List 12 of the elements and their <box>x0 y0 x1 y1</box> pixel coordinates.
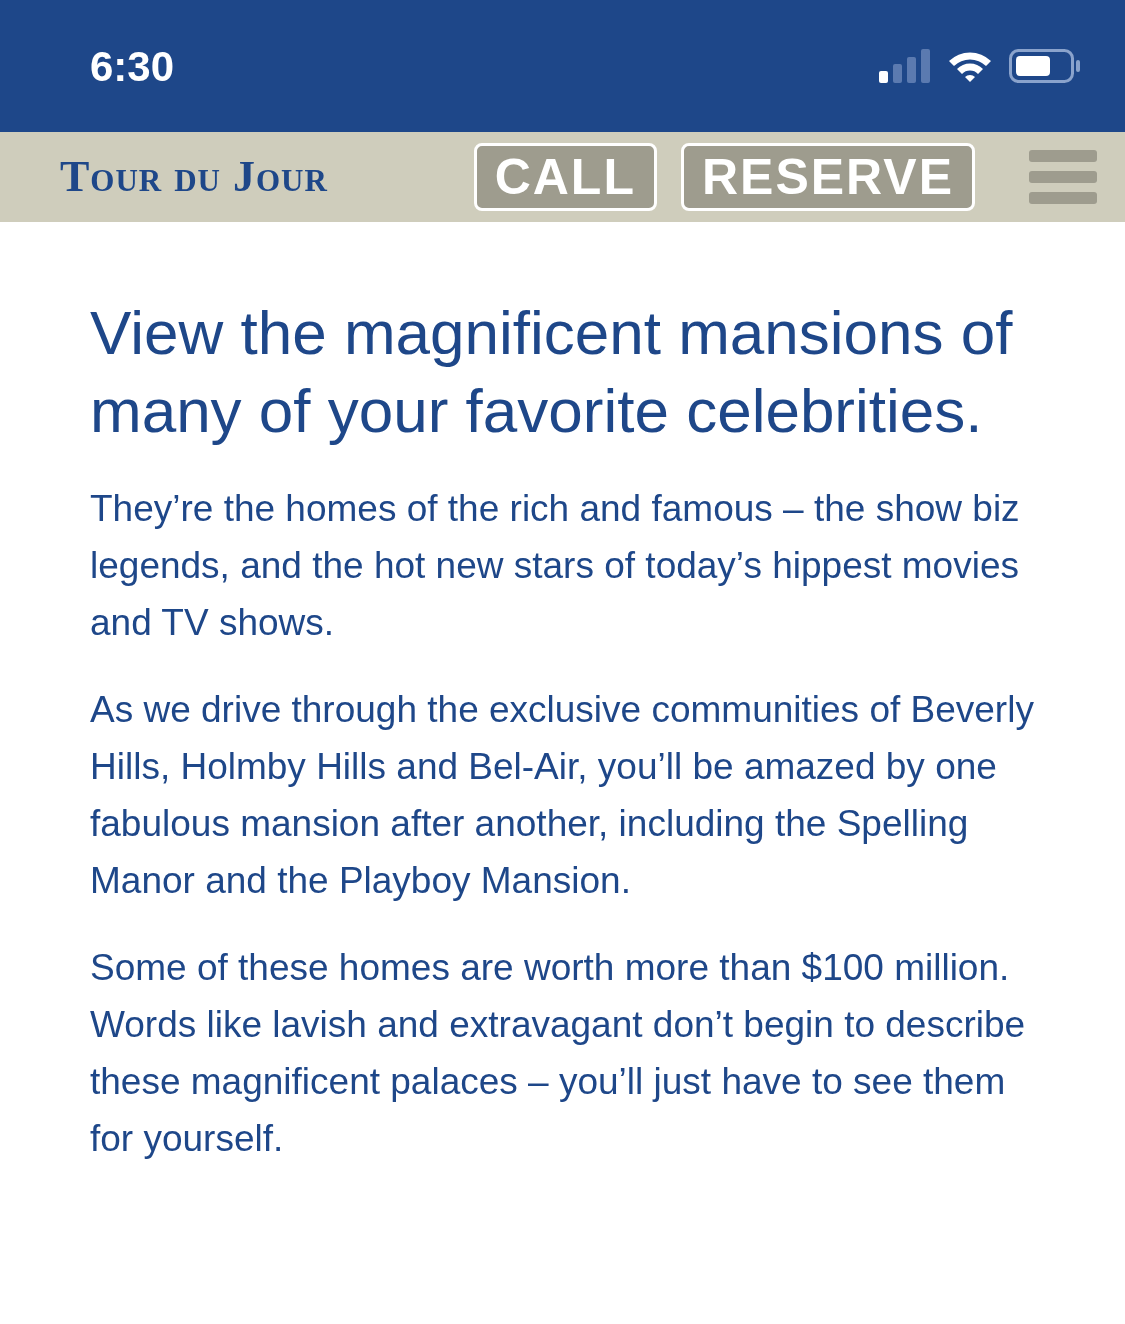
status-time: 6:30 <box>90 41 175 92</box>
body-paragraph: Some of these homes are worth more than $100 million. Words like lavish and extravagant don’t begin to describe these magnificent palaces – you’ll just have to see them for yourself. <box>90 946 1027 1161</box>
signal-icon <box>879 49 931 83</box>
battery-icon <box>1009 49 1081 83</box>
body-paragraph: As we drive through the exclusive communities of Beverly Hills, Holmby Hills and Bel-Air, you’ll be amazed by one fabulous mansion after another, including the Spelling Manor and the Playboy Mansion. <box>90 688 1035 903</box>
logo[interactable]: Tour du Jour <box>60 144 328 210</box>
menu-icon[interactable] <box>1029 150 1097 204</box>
nav-button[interactable]: CALL <box>473 143 657 211</box>
wifi-icon <box>947 49 993 83</box>
page-heading: View the magnificent mansions of many of your favorite celebrities. <box>90 297 1014 447</box>
body-paragraph: They’re the homes of the rich and famous – the show biz legends, and the hot new stars of today’s hippest movies and TV shows. <box>90 487 1021 645</box>
nav-button[interactable]: RESERVE <box>680 143 975 211</box>
